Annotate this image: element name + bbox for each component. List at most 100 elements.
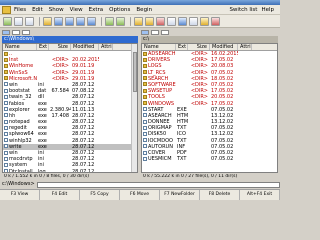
file-name-text: ASEARCH	[148, 112, 172, 119]
file-name-text: explorer	[9, 106, 30, 113]
col-name[interactable]: Name	[142, 44, 176, 50]
f7-newfolder-button[interactable]: F7 NewFolder	[160, 190, 200, 200]
file-icon	[4, 162, 8, 167]
file-ext: log	[38, 168, 46, 173]
col-attr[interactable]: Attri.	[238, 44, 252, 50]
menu-help[interactable]: Help	[261, 7, 274, 13]
file-name-text: win	[9, 81, 18, 88]
folder-tree-icon[interactable]	[43, 16, 52, 26]
file-name-text: SOFTWARE	[148, 81, 176, 88]
refresh-icon[interactable]	[3, 16, 12, 26]
file-name-text: IOCMDOO	[148, 137, 173, 144]
col-ext[interactable]: Ext	[37, 44, 49, 50]
file-name-text: SWSETUP	[148, 88, 173, 95]
full-view-icon[interactable]	[25, 16, 34, 26]
sort-size-icon[interactable]	[76, 16, 85, 26]
file-row[interactable]: UESMICM TXT 07.05.02	[142, 156, 277, 162]
folder-icon	[4, 51, 8, 56]
menu-bar: Files Edit Show View Extra Options Begin…	[0, 5, 280, 15]
menu-edit[interactable]: Edit	[32, 7, 43, 13]
folder-icon	[4, 57, 8, 62]
col-name[interactable]: Name	[3, 44, 37, 50]
brief-view-icon[interactable]	[14, 16, 23, 26]
compare-icon[interactable]	[189, 16, 198, 26]
file-icon	[143, 107, 147, 112]
menu-extra[interactable]: Extra	[89, 7, 104, 13]
file-name-text: ..	[9, 51, 13, 57]
back-icon[interactable]	[105, 16, 114, 26]
col-size[interactable]: Size	[188, 44, 210, 50]
file-row[interactable]: DtcInstall log 28.07.12	[3, 168, 137, 173]
left-file-panel[interactable]: Name Ext Size Modified Attri. .. Inst <DIR…	[2, 43, 138, 173]
file-icon	[4, 169, 8, 172]
left-scrollbar[interactable]	[131, 44, 137, 172]
menu-options[interactable]: Options	[109, 7, 130, 13]
file-name-text: WinSxS	[9, 69, 28, 76]
sort-date-icon[interactable]	[87, 16, 96, 26]
unpack-icon[interactable]	[145, 16, 154, 26]
menu-show[interactable]: Show	[49, 7, 64, 13]
sort-ext-icon[interactable]	[65, 16, 74, 26]
notepad-icon[interactable]	[200, 16, 209, 26]
drive-d-icon[interactable]	[12, 30, 20, 35]
file-icon	[143, 144, 147, 149]
drive-c-icon[interactable]	[2, 30, 10, 35]
col-modified[interactable]: Modified	[210, 44, 238, 50]
ftp-icon[interactable]	[178, 16, 187, 26]
drive-e-icon[interactable]	[161, 30, 169, 35]
f4-edit-button[interactable]: F4 Edit	[40, 190, 80, 200]
f5-copy-button[interactable]: F5 Copy	[80, 190, 120, 200]
pack-icon[interactable]	[134, 16, 143, 26]
col-size[interactable]: Size	[49, 44, 71, 50]
left-drive-bar	[2, 29, 138, 36]
file-name-text: Inst	[9, 57, 19, 64]
f6-move-button[interactable]: F6 Move	[120, 190, 160, 200]
right-status: 0 k / 55.222 k in 0 / 27 file(s), 0 / 11…	[143, 174, 238, 179]
drive-c-icon[interactable]	[141, 30, 149, 35]
folder-icon	[143, 101, 147, 105]
forward-icon[interactable]	[116, 16, 125, 26]
drive-d-icon[interactable]	[151, 30, 159, 35]
file-size	[49, 169, 71, 172]
folder-icon	[4, 63, 8, 68]
menu-switch-list[interactable]: Switch list	[229, 7, 257, 13]
rename-icon[interactable]	[167, 16, 176, 26]
left-column-headers: Name Ext Size Modified Attri.	[3, 44, 137, 51]
toolbar	[0, 15, 280, 28]
file-icon	[4, 94, 8, 99]
right-path-bar[interactable]: c:\	[141, 36, 278, 43]
sort-name-icon[interactable]	[54, 16, 63, 26]
menu-files[interactable]: Files	[14, 7, 26, 13]
file-attr	[99, 169, 113, 172]
file-size	[188, 156, 210, 162]
menu-begin[interactable]: Begin	[136, 7, 152, 13]
col-modified[interactable]: Modified	[71, 44, 99, 50]
file-icon	[4, 88, 8, 93]
folder-icon	[4, 76, 8, 81]
drive-e-icon[interactable]	[22, 30, 30, 35]
file-icon	[4, 125, 8, 130]
col-attr[interactable]: Attri.	[99, 44, 113, 50]
file-icon	[143, 131, 147, 136]
help-icon[interactable]	[211, 16, 220, 26]
file-icon	[4, 138, 8, 143]
scroll-thumb[interactable]	[133, 52, 137, 92]
folder-icon	[143, 82, 147, 87]
file-icon	[4, 131, 8, 136]
file-name-text: winhlp32	[9, 137, 32, 144]
file-name-text: WinHome	[9, 63, 34, 70]
app-icon	[2, 5, 11, 14]
file-name-text: ADSEARCH	[148, 51, 176, 57]
f8-delete-button[interactable]: F8 Delete	[200, 190, 240, 200]
right-file-panel[interactable]: Name Ext Size Modified Attri. ADSEARCH <D…	[141, 43, 278, 173]
left-path-bar[interactable]: c:\Windows\	[2, 36, 138, 43]
col-ext[interactable]: Ext	[176, 44, 188, 50]
folder-icon	[143, 70, 147, 75]
file-attr	[238, 156, 252, 162]
menu-view[interactable]: View	[70, 7, 83, 13]
search-icon[interactable]	[156, 16, 165, 26]
exit-button[interactable]: Alt+F4 Exit	[240, 190, 280, 200]
cmd-prompt: c:\Windows>	[2, 181, 35, 187]
command-input[interactable]	[36, 181, 280, 188]
f3-view-button[interactable]: F3 View	[0, 190, 40, 200]
